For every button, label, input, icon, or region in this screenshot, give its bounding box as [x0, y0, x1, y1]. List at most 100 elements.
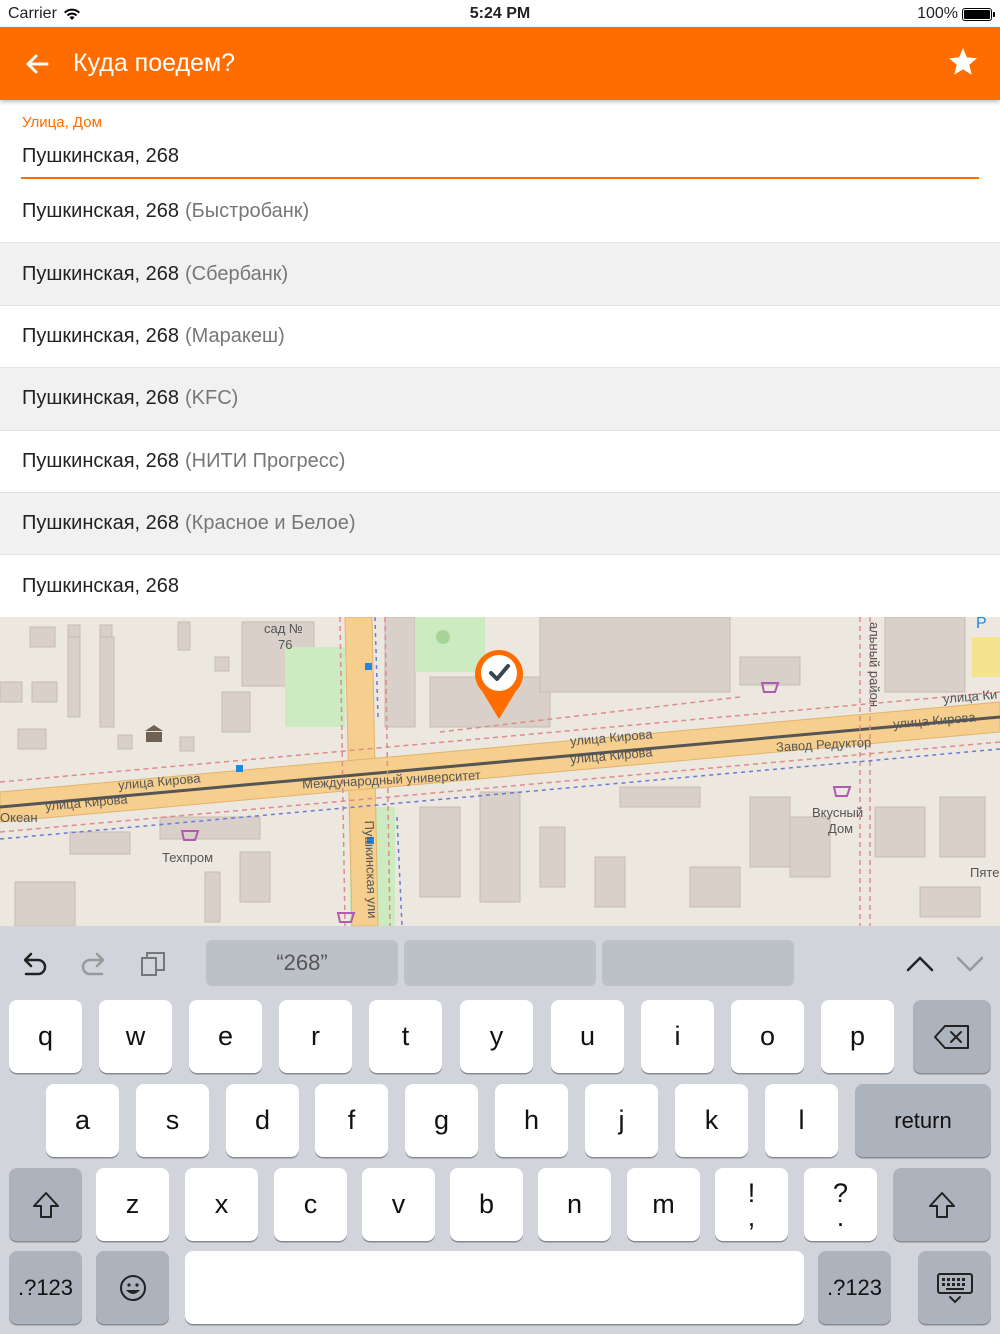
hide-keyboard-key[interactable] — [918, 1251, 991, 1324]
suggestion-item[interactable]: Пушкинская, 268 (Быстробанк) — [0, 181, 1000, 244]
key-secondary: , — [747, 1201, 756, 1232]
app-bar: Куда поедем? — [0, 27, 1000, 100]
map-label: альный район — [867, 621, 883, 708]
address-input[interactable]: Пушкинская, 268 — [22, 145, 179, 168]
key-g[interactable]: g — [405, 1084, 478, 1157]
key-q[interactable]: q — [9, 1000, 82, 1073]
suggestion-list: Пушкинская, 268 (Быстробанк) Пушкинская, … — [0, 181, 1000, 618]
location-pin-check-icon[interactable] — [472, 647, 526, 721]
key-k[interactable]: k — [675, 1084, 748, 1157]
suggestion-address: Пушкинская, 268 — [22, 387, 180, 410]
suggestion-place: (Маракеш) — [185, 324, 285, 347]
page-title: Куда поедем? — [73, 49, 236, 77]
numbers-key-left[interactable]: .?123 — [9, 1251, 82, 1324]
clipboard-icon[interactable] — [138, 948, 170, 980]
battery-percent: 100% — [917, 5, 958, 22]
key-c[interactable]: c — [274, 1168, 347, 1241]
address-field-label: Улица, Дом — [22, 114, 102, 131]
chevron-up-icon[interactable] — [904, 948, 936, 980]
suggestion-address: Пушкинская, 268 — [22, 200, 180, 223]
space-key[interactable] — [185, 1251, 804, 1324]
chevron-down-icon[interactable] — [954, 948, 986, 980]
battery-fill — [964, 9, 990, 19]
backspace-key[interactable] — [913, 1000, 991, 1073]
keyboard: “268” q w e r t y u i o p a s d f g h j … — [0, 926, 1000, 1334]
suggestion-item[interactable]: Пушкинская, 268 — [0, 555, 1000, 618]
key-question-period[interactable]: ?. — [804, 1168, 877, 1241]
shift-key-left[interactable] — [9, 1168, 82, 1241]
map-label: Океан — [0, 810, 38, 825]
key-secondary: . — [836, 1201, 845, 1232]
redo-icon[interactable] — [78, 948, 110, 980]
address-field-underline — [21, 177, 979, 179]
key-o[interactable]: o — [731, 1000, 804, 1073]
key-z[interactable]: z — [96, 1168, 169, 1241]
key-r[interactable]: r — [279, 1000, 352, 1073]
map-label: Техпром — [162, 850, 214, 865]
suggestion-address: Пушкинская, 268 — [22, 324, 180, 347]
prediction-empty[interactable] — [602, 940, 794, 986]
key-m[interactable]: m — [627, 1168, 700, 1241]
shift-key-right[interactable] — [893, 1168, 991, 1241]
key-primary: ! — [747, 1177, 756, 1208]
key-l[interactable]: l — [765, 1084, 838, 1157]
arrow-left-icon[interactable] — [20, 47, 54, 81]
key-x[interactable]: x — [185, 1168, 258, 1241]
key-primary: ? — [832, 1177, 849, 1208]
keyboard-toolbar: “268” — [0, 926, 1000, 1000]
key-p[interactable]: p — [821, 1000, 894, 1073]
shift-icon — [929, 1191, 955, 1218]
key-y[interactable]: y — [460, 1000, 533, 1073]
suggestion-item[interactable]: Пушкинская, 268 (Сбербанк) — [0, 243, 1000, 306]
battery-icon — [962, 7, 995, 21]
suggestion-address: Пушкинская, 268 — [22, 449, 180, 472]
undo-icon[interactable] — [18, 948, 50, 980]
key-i[interactable]: i — [641, 1000, 714, 1073]
suggestion-item[interactable]: Пушкинская, 268 (НИТИ Прогресс) — [0, 430, 1000, 493]
star-icon[interactable] — [946, 45, 980, 79]
key-w[interactable]: w — [99, 1000, 172, 1073]
suggestion-place: (НИТИ Прогресс) — [185, 449, 346, 472]
prediction-primary[interactable]: “268” — [206, 940, 398, 986]
suggestion-item[interactable]: Пушкинская, 268 (Красное и Белое) — [0, 492, 1000, 556]
backspace-icon — [934, 1024, 969, 1049]
key-e[interactable]: e — [189, 1000, 262, 1073]
suggestion-item[interactable]: Пушкинская, 268 (Маракеш) — [0, 305, 1000, 369]
map-label: Дом — [828, 821, 854, 836]
address-field[interactable]: Улица, Дом Пушкинская, 268 — [0, 100, 1000, 181]
battery-status: 100% — [917, 5, 995, 23]
key-t[interactable]: t — [369, 1000, 442, 1073]
key-h[interactable]: h — [495, 1084, 568, 1157]
suggestion-place: (Сбербанк) — [185, 262, 289, 285]
map-label: сад № — [264, 621, 303, 636]
key-j[interactable]: j — [585, 1084, 658, 1157]
suggestion-place: (Быстробанк) — [185, 200, 310, 223]
key-n[interactable]: n — [538, 1168, 611, 1241]
map-view[interactable]: сад № 76 улица Кирова улица Кирова улица… — [0, 617, 1000, 926]
emoji-key[interactable] — [96, 1251, 169, 1324]
keyboard-hide-icon — [936, 1272, 973, 1303]
key-exclaim-comma[interactable]: !, — [715, 1168, 788, 1241]
suggestion-address: Пушкинская, 268 — [22, 262, 180, 285]
suggestion-address: Пушкинская, 268 — [22, 512, 180, 535]
suggestion-item[interactable]: Пушкинская, 268 (KFC) — [0, 368, 1000, 431]
map-label: Пяте — [970, 865, 1000, 880]
suggestion-place: (Красное и Белое) — [185, 512, 356, 535]
map-label: P — [976, 617, 987, 632]
shift-icon — [32, 1191, 59, 1218]
key-d[interactable]: d — [226, 1084, 299, 1157]
key-f[interactable]: f — [315, 1084, 388, 1157]
key-s[interactable]: s — [136, 1084, 209, 1157]
emoji-icon — [119, 1274, 146, 1301]
status-bar: Carrier 5:24 PM 100% — [0, 0, 1000, 27]
key-u[interactable]: u — [551, 1000, 624, 1073]
return-key[interactable]: return — [855, 1084, 991, 1157]
numbers-key-right[interactable]: .?123 — [818, 1251, 891, 1324]
key-b[interactable]: b — [450, 1168, 523, 1241]
key-v[interactable]: v — [362, 1168, 435, 1241]
suggestion-address: Пушкинская, 268 — [22, 574, 180, 597]
clock: 5:24 PM — [469, 5, 531, 22]
prediction-empty[interactable] — [404, 940, 596, 986]
map-label: Вкусный — [812, 805, 864, 820]
key-a[interactable]: a — [46, 1084, 119, 1157]
